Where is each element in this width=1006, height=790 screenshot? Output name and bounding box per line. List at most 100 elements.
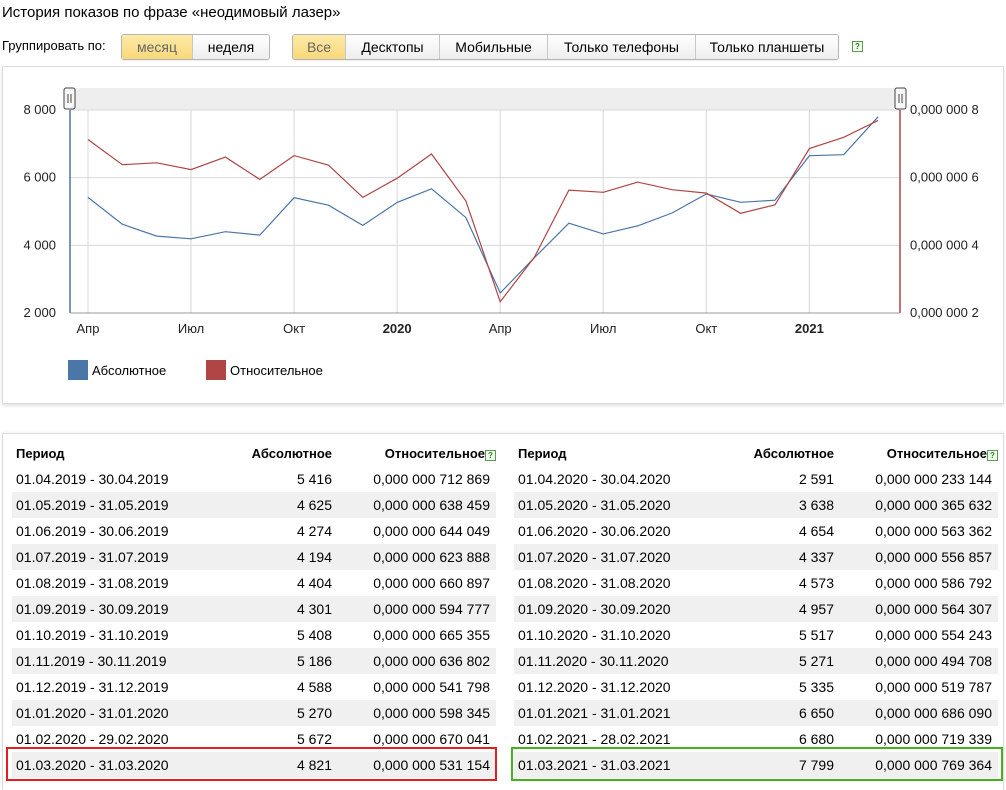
table-row: 01.08.2019 - 31.08.2019 4 404 0,000 000 66…: [12, 570, 496, 596]
period-cell: 01.01.2021 - 31.01.2021: [514, 700, 704, 726]
table-row: 01.10.2019 - 31.10.2019 5 408 0,000 000 66…: [12, 622, 496, 648]
table-row: 01.09.2019 - 30.09.2019 4 301 0,000 000 59…: [12, 596, 496, 622]
period-cell: 01.07.2020 - 31.07.2020: [514, 544, 704, 570]
period-cell: 01.10.2019 - 31.10.2019: [16, 627, 169, 643]
x-tick: Апр: [77, 321, 100, 336]
absolute-cell: 5 335: [798, 679, 834, 695]
period-cell: 01.10.2020 - 31.10.2020: [518, 627, 671, 643]
relative-cell: 0,000 000 636 802: [332, 648, 496, 674]
y-tick-right: 0,000 000 2: [910, 305, 979, 320]
relative-cell: 0,000 000 541 798: [373, 679, 490, 695]
table-header-row: Период Абсолютное Относительное?: [514, 440, 998, 466]
relative-cell: 0,000 000 686 090: [834, 700, 998, 726]
period-cell: 01.11.2019 - 30.11.2019: [12, 648, 202, 674]
table-header-row: Период Абсолютное Относительное?: [12, 440, 496, 466]
absolute-cell: 4 337: [704, 544, 834, 570]
device-desktop-button[interactable]: Десктопы: [346, 35, 440, 59]
col-absolute-header: Абсолютное: [753, 445, 834, 461]
table-row: 01.11.2019 - 30.11.2019 5 186 0,000 000 63…: [12, 648, 496, 674]
period-cell: 01.11.2020 - 30.11.2020: [514, 648, 704, 674]
stats-table-left: Период Абсолютное Относительное? 01.04.2…: [12, 440, 496, 778]
table-row: 01.05.2020 - 31.05.2020 3 638 0,000 000 36…: [514, 492, 998, 518]
y-tick-left: 2 000: [23, 305, 56, 320]
relative-cell: 0,000 000 563 362: [875, 523, 992, 539]
period-cell: 01.01.2020 - 31.01.2020: [12, 700, 202, 726]
chart-grid: [70, 109, 900, 314]
period-cell: 01.06.2020 - 30.06.2020: [518, 523, 671, 539]
absolute-cell: 5 186: [202, 648, 332, 674]
y-tick-right: 0,000 000 4: [910, 237, 979, 252]
table-row: 01.07.2020 - 31.07.2020 4 337 0,000 000 55…: [514, 544, 998, 570]
absolute-cell: 4 301: [202, 596, 332, 622]
table-row: 01.09.2020 - 30.09.2020 4 957 0,000 000 56…: [514, 596, 998, 622]
relative-cell: 0,000 000 519 787: [875, 679, 992, 695]
device-phones-button[interactable]: Только телефоны: [548, 35, 696, 59]
absolute-cell: 4 625: [202, 492, 332, 518]
x-tick: 2021: [795, 321, 824, 336]
table-row: 01.01.2021 - 31.01.2021 6 650 0,000 000 68…: [514, 700, 998, 726]
help-icon[interactable]: ?: [852, 41, 863, 52]
absolute-cell: 6 650: [704, 700, 834, 726]
period-cell: 01.04.2020 - 30.04.2020: [518, 471, 671, 487]
x-tick: Июл: [590, 321, 616, 336]
table-row: 01.08.2020 - 31.08.2020 4 573 0,000 000 58…: [514, 570, 998, 596]
table-row: 01.05.2019 - 31.05.2019 4 625 0,000 000 63…: [12, 492, 496, 518]
range-handle-left[interactable]: [63, 87, 76, 110]
period-cell: 01.12.2020 - 31.12.2020: [518, 679, 671, 695]
table-row: 01.01.2020 - 31.01.2020 5 270 0,000 000 59…: [12, 700, 496, 726]
relative-cell: 0,000 000 644 049: [373, 523, 490, 539]
col-relative-header: Относительное?: [834, 440, 998, 466]
table-row: 01.04.2020 - 30.04.2020 2 591 0,000 000 23…: [514, 466, 998, 492]
absolute-cell: 4 194: [202, 544, 332, 570]
y-tick-left: 6 000: [23, 170, 56, 185]
relative-cell: 0,000 000 556 857: [834, 544, 998, 570]
table-row: 01.11.2020 - 30.11.2020 5 271 0,000 000 49…: [514, 648, 998, 674]
relative-cell: 0,000 000 564 307: [834, 596, 998, 622]
absolute-cell: 4 957: [704, 596, 834, 622]
device-mobile-button[interactable]: Мобильные: [440, 35, 548, 59]
relative-cell: 0,000 000 660 897: [373, 575, 490, 591]
device-tablets-button[interactable]: Только планшеты: [696, 35, 838, 59]
period-cell: 01.07.2019 - 31.07.2019: [12, 544, 202, 570]
help-icon[interactable]: ?: [485, 449, 496, 461]
series-line-absolute: [87, 116, 879, 295]
x-tick: Окт: [283, 321, 305, 336]
relative-cell: 0,000 000 233 144: [875, 471, 992, 487]
legend-absolute-label: Абсолютное: [92, 362, 167, 378]
relative-cell: 0,000 000 554 243: [875, 627, 992, 643]
range-handle-right[interactable]: [894, 87, 907, 110]
period-cell: 01.04.2019 - 30.04.2019: [16, 471, 169, 487]
table-row: 01.06.2020 - 30.06.2020 4 654 0,000 000 56…: [514, 518, 998, 544]
relative-cell: 0,000 000 665 355: [373, 627, 490, 643]
legend-absolute-swatch: [68, 360, 88, 380]
group-week-button[interactable]: неделя: [193, 35, 269, 59]
group-month-button[interactable]: месяц: [122, 35, 193, 59]
legend-relative-label: Относительное: [230, 362, 323, 378]
highlight-box-green: [511, 747, 1003, 781]
relative-cell: 0,000 000 586 792: [875, 575, 992, 591]
absolute-cell: 4 573: [798, 575, 834, 591]
stats-table-right: Период Абсолютное Относительное? 01.04.2…: [514, 440, 998, 778]
relative-cell: 0,000 000 598 345: [332, 700, 496, 726]
period-cell: 01.05.2020 - 31.05.2020: [514, 492, 704, 518]
relative-cell: 0,000 000 712 869: [373, 471, 490, 487]
series-line-relative: [87, 119, 879, 304]
y-tick-left: 8 000: [23, 102, 56, 117]
page-title: История показов по фразе «неодимовый лаз…: [2, 4, 341, 21]
legend-absolute[interactable]: Абсолютное: [68, 360, 166, 380]
relative-cell: 0,000 000 594 777: [332, 596, 496, 622]
range-selector-track[interactable]: [70, 88, 900, 110]
legend-relative[interactable]: Относительное: [206, 360, 323, 380]
relative-cell: 0,000 000 365 632: [834, 492, 998, 518]
absolute-cell: 5 271: [704, 648, 834, 674]
period-cell: 01.08.2019 - 31.08.2019: [16, 575, 169, 591]
absolute-cell: 3 638: [704, 492, 834, 518]
group-by-label: Группировать по:: [2, 38, 106, 53]
help-icon[interactable]: ?: [987, 449, 998, 461]
relative-cell: 0,000 000 638 459: [332, 492, 496, 518]
x-tick: Окт: [695, 321, 717, 336]
table-row: 01.07.2019 - 31.07.2019 4 194 0,000 000 62…: [12, 544, 496, 570]
device-all-button[interactable]: Все: [293, 35, 346, 59]
legend-relative-swatch: [206, 360, 226, 380]
col-relative-header-label: Относительное: [384, 445, 485, 461]
